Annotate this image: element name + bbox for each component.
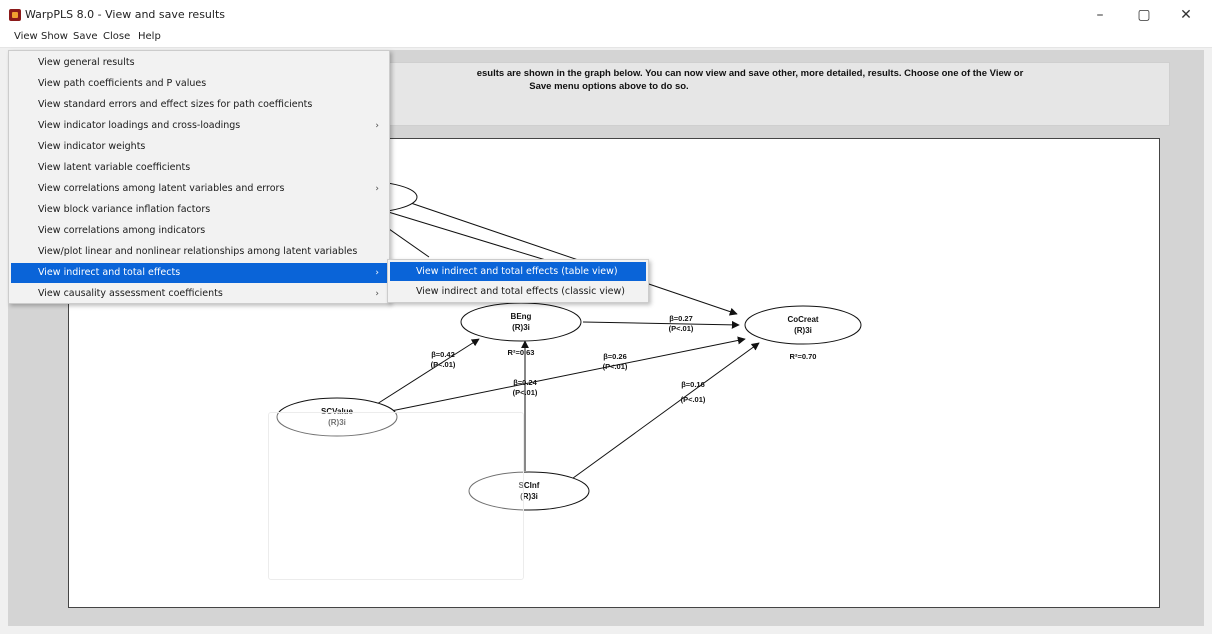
path-scvalue-beng-p: (P<.01) <box>431 360 456 369</box>
node-beng-r2: R²=0.63 <box>508 348 535 357</box>
menu-view-latent-variable-coefficients[interactable]: View latent variable coefficients <box>11 158 387 178</box>
edge-scvalue-beng <box>376 338 480 405</box>
path-scvalue-beng-beta: β=0.42 <box>431 350 455 359</box>
path-scinf-beng-p: (P<.01) <box>513 388 538 397</box>
menu-view-standard-errors[interactable]: View standard errors and effect sizes fo… <box>11 95 387 115</box>
path-scvalue-cocreat-p: (P<.01) <box>603 362 628 371</box>
menu-view[interactable]: View <box>12 31 40 42</box>
menu-show[interactable]: Show <box>39 31 70 42</box>
path-scinf-beng-beta: β=0.24 <box>513 378 537 387</box>
menu-view-general-results[interactable]: View general results <box>11 53 387 73</box>
path-beng-cocreat-beta: β=0.27 <box>669 314 693 323</box>
warppls-app-icon <box>9 9 21 21</box>
edge-beng-cocreat <box>582 320 740 329</box>
submenu-arrow-icon: › <box>375 184 379 194</box>
menu-view-indirect-total-effects[interactable]: View indirect and total effects › <box>11 263 387 283</box>
path-scvalue-cocreat-beta: β=0.26 <box>603 352 627 361</box>
window-title: WarpPLS 8.0 - View and save results <box>25 8 226 21</box>
menu-view-correlations-indicators[interactable]: View correlations among indicators <box>11 221 387 241</box>
faded-overlay-panel <box>268 412 524 580</box>
submenu-table-view[interactable]: View indirect and total effects (table v… <box>390 262 646 281</box>
menu-view-correlations-latent[interactable]: View correlations among latent variables… <box>11 179 387 199</box>
submenu-arrow-icon: › <box>375 289 379 299</box>
edge-scinf-cocreat <box>568 342 760 482</box>
node-cocreat-type: (R)3i <box>794 326 812 335</box>
node-cocreat-name: CoCreat <box>787 315 818 324</box>
node-cocreat[interactable] <box>744 305 862 345</box>
node-cocreat-r2: R²=0.70 <box>790 352 817 361</box>
maximize-button[interactable]: ▢ <box>1124 4 1164 26</box>
path-scinf-cocreat-p: (P<.01) <box>681 395 706 404</box>
menu-view-path-coefficients[interactable]: View path coefficients and P values <box>11 74 387 94</box>
menu-help[interactable]: Help <box>136 31 163 42</box>
menu-view-block-vif[interactable]: View block variance inflation factors <box>11 200 387 220</box>
menu-view-indicator-weights[interactable]: View indicator weights <box>11 137 387 157</box>
view-menu-dropdown: View general results View path coefficie… <box>8 50 390 304</box>
submenu-arrow-icon: › <box>375 268 379 278</box>
path-beng-cocreat-p: (P<.01) <box>669 324 694 333</box>
menu-view-plot-relationships[interactable]: View/plot linear and nonlinear relations… <box>11 242 387 262</box>
node-beng-type: (R)3i <box>512 323 530 332</box>
minimize-button[interactable]: – <box>1080 4 1120 26</box>
menu-close[interactable]: Close <box>101 31 132 42</box>
close-window-button[interactable]: ✕ <box>1166 4 1206 26</box>
indirect-effects-submenu: View indirect and total effects (table v… <box>387 259 649 303</box>
menu-view-indicator-loadings[interactable]: View indicator loadings and cross-loadin… <box>11 116 387 136</box>
app-window: WarpPLS 8.0 - View and save results – ▢ … <box>0 0 1212 634</box>
edge-hidden-to-beng-2 <box>384 210 550 262</box>
submenu-classic-view[interactable]: View indirect and total effects (classic… <box>390 282 646 301</box>
node-beng-name: BEng <box>511 312 532 321</box>
path-scinf-cocreat-beta: β=0.16 <box>681 380 705 389</box>
menu-bar: View Show Save Close Help <box>0 28 1212 48</box>
menu-view-causality-assessment[interactable]: View causality assessment coefficients › <box>11 284 387 304</box>
menu-save[interactable]: Save <box>71 31 100 42</box>
node-beng[interactable] <box>460 302 582 342</box>
title-bar: WarpPLS 8.0 - View and save results – ▢ … <box>0 0 1212 30</box>
submenu-arrow-icon: › <box>375 121 379 131</box>
